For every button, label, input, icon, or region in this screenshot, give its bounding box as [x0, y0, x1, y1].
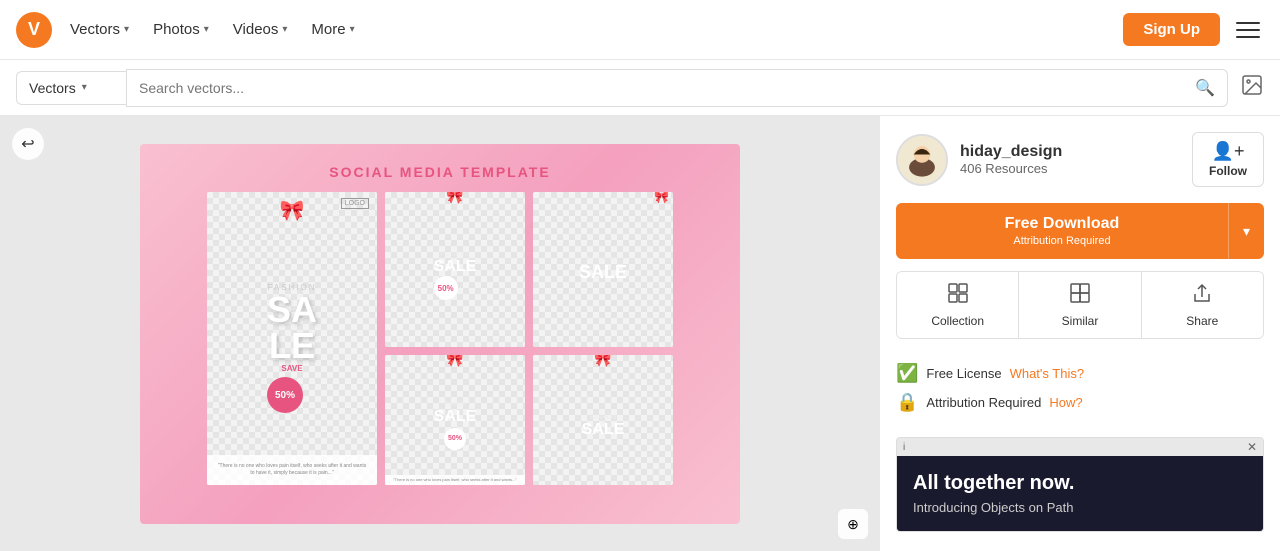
- hamburger-line: [1236, 36, 1260, 38]
- small-sale-text: SALE: [434, 258, 477, 276]
- author-name: hiday_design: [960, 143, 1180, 161]
- download-dropdown-button[interactable]: ▾: [1228, 203, 1264, 259]
- quote-text: "There is no one who loves pain itself, …: [213, 459, 371, 481]
- chevron-down-icon: ▾: [124, 24, 129, 35]
- chevron-down-icon: ▾: [1243, 223, 1250, 239]
- small-percent: 50%: [434, 276, 458, 300]
- template-title: SOCIAL MEDIA TEMPLATE: [329, 164, 550, 180]
- sale-overlay-4: 🎀 Fashion SALE 50% "There is no one who …: [385, 355, 525, 485]
- person-plus-icon: 👤+: [1212, 141, 1245, 162]
- logo-text: LOGO: [341, 198, 369, 209]
- attribution-item: 🔒 Attribution Required How?: [896, 392, 1264, 413]
- chevron-down-icon: ▾: [282, 24, 287, 35]
- sale-sm4: SALE: [434, 408, 477, 426]
- author-section: hiday_design 406 Resources 👤+ Follow: [896, 132, 1264, 187]
- chevron-down-icon: ▾: [82, 82, 87, 93]
- sale-overlay-3: 🎀 FASHION SALE: [533, 192, 673, 347]
- collection-button[interactable]: Collection: [897, 272, 1019, 338]
- search-icon[interactable]: 🔍: [1195, 78, 1215, 98]
- author-info: hiday_design 406 Resources: [960, 143, 1180, 176]
- ad-banner: i ✕ All together now. Introducing Object…: [896, 437, 1264, 532]
- license-info: ✅ Free License What's This? 🔒 Attributio…: [896, 355, 1264, 429]
- sale-large-text2: LE: [267, 328, 317, 364]
- search-input-wrap: 🔍: [126, 69, 1228, 107]
- ad-subheadline: Introducing Objects on Path: [913, 500, 1247, 517]
- image-search-icon[interactable]: [1240, 73, 1264, 103]
- sale-sm5: SALE: [582, 421, 625, 439]
- bow-icon-sm: 🎀: [446, 192, 463, 205]
- bow-icon-sm2: 🎀: [654, 192, 669, 204]
- sale-overlay: LOGO 🎀 FASHION SA LE SAVE 50%: [207, 192, 377, 485]
- download-section: Free Download Attribution Required ▾: [896, 203, 1264, 259]
- bow-icon-sm3: 🎀: [446, 355, 463, 368]
- attribution-link[interactable]: How?: [1049, 395, 1082, 410]
- nav-items: Vectors ▾ Photos ▾ Videos ▾ More ▾: [60, 15, 365, 44]
- template-mockup: SOCIAL MEDIA TEMPLATE LOGO 🎀 FASHION SA …: [140, 144, 740, 524]
- template-cell-large: LOGO 🎀 FASHION SA LE SAVE 50% "Ther: [207, 192, 377, 485]
- free-license-link[interactable]: What's This?: [1010, 366, 1085, 381]
- share-icon: [1191, 282, 1213, 310]
- action-buttons: Collection Similar: [896, 271, 1264, 339]
- follow-button[interactable]: 👤+ Follow: [1192, 132, 1264, 187]
- nav-item-vectors[interactable]: Vectors ▾: [60, 15, 139, 44]
- free-download-button[interactable]: Free Download Attribution Required: [896, 203, 1228, 259]
- main-content: ↩ SOCIAL MEDIA TEMPLATE LOGO 🎀 FASHION S: [0, 116, 1280, 551]
- chevron-down-icon: ▾: [204, 24, 209, 35]
- check-circle-icon: ✅: [896, 363, 918, 384]
- share-button[interactable]: Share: [1142, 272, 1263, 338]
- template-cell-top-right: 🎀 FASHION SALE: [533, 192, 673, 347]
- sale-overlay-5: 🎀 FASHION SALE: [533, 355, 673, 485]
- author-avatar: [896, 134, 948, 186]
- hamburger-menu[interactable]: [1232, 14, 1264, 46]
- right-panel: hiday_design 406 Resources 👤+ Follow Fre…: [880, 116, 1280, 551]
- ad-info-icon: i: [903, 442, 905, 453]
- percent-badge: 50%: [267, 377, 303, 413]
- site-logo[interactable]: V: [16, 12, 52, 48]
- sale-overlay-2: 🎀 Fashion SALE 50%: [385, 192, 525, 347]
- sale-large-text: SA: [267, 292, 317, 328]
- sale-sm-text: SALE: [579, 263, 627, 281]
- free-license-item: ✅ Free License What's This?: [896, 363, 1264, 384]
- image-preview: SOCIAL MEDIA TEMPLATE LOGO 🎀 FASHION SA …: [0, 116, 880, 551]
- zoom-button[interactable]: ⊕: [838, 509, 868, 539]
- top-navigation: V Vectors ▾ Photos ▾ Videos ▾ More ▾ Sig…: [0, 0, 1280, 60]
- left-panel: ↩ SOCIAL MEDIA TEMPLATE LOGO 🎀 FASHION S: [0, 116, 880, 551]
- template-cell-top-mid: 🎀 Fashion SALE 50%: [385, 192, 525, 347]
- ad-close-button[interactable]: ✕: [1247, 440, 1257, 454]
- ad-headline: All together now.: [913, 470, 1247, 496]
- bow-icon-sm4: 🎀: [594, 355, 611, 368]
- search-bar: Vectors ▾ 🔍: [0, 60, 1280, 116]
- template-grid: LOGO 🎀 FASHION SA LE SAVE 50% "Ther: [207, 192, 673, 485]
- search-input[interactable]: [139, 80, 1187, 96]
- quote-sm: "There is no one who loves pain itself, …: [385, 475, 525, 485]
- ad-top-bar: i ✕: [897, 438, 1263, 456]
- author-resources: 406 Resources: [960, 161, 1180, 176]
- signup-button[interactable]: Sign Up: [1123, 13, 1220, 46]
- hamburger-line: [1236, 29, 1260, 31]
- category-dropdown[interactable]: Vectors ▾: [16, 71, 126, 105]
- back-button[interactable]: ↩: [12, 128, 44, 160]
- ad-content: All together now. Introducing Objects on…: [897, 456, 1263, 531]
- nav-item-more[interactable]: More ▾: [301, 15, 364, 44]
- nav-item-videos[interactable]: Videos ▾: [223, 15, 298, 44]
- quote-section: "There is no one who loves pain itself, …: [207, 455, 377, 485]
- chevron-down-icon: ▾: [350, 24, 355, 35]
- lock-circle-icon: 🔒: [896, 392, 918, 413]
- template-cell-bot-right: 🎀 FASHION SALE: [533, 355, 673, 485]
- nav-item-photos[interactable]: Photos ▾: [143, 15, 219, 44]
- percent-sm: 50%: [444, 428, 466, 450]
- collection-icon: [947, 282, 969, 310]
- similar-icon: [1069, 282, 1091, 310]
- similar-button[interactable]: Similar: [1019, 272, 1141, 338]
- template-cell-bot-mid: 🎀 Fashion SALE 50% "There is no one who …: [385, 355, 525, 485]
- hamburger-line: [1236, 22, 1260, 24]
- bow-icon: 🎀: [280, 198, 305, 223]
